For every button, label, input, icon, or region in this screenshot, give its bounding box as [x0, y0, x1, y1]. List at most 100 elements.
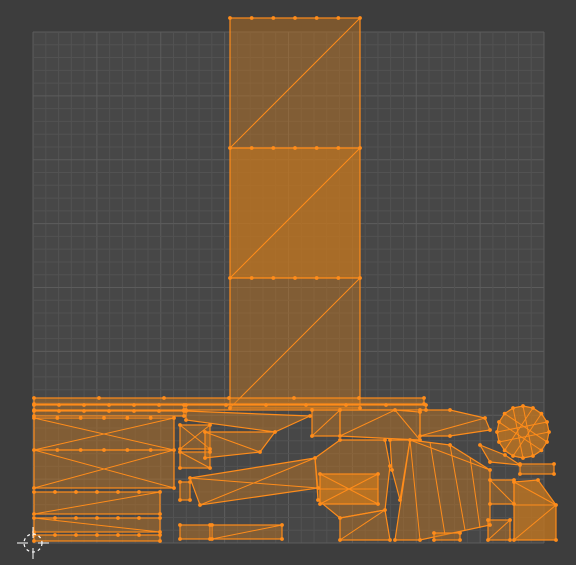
uv-vertex[interactable] — [172, 486, 176, 490]
uv-vertex[interactable] — [358, 16, 362, 20]
uv-vertex[interactable] — [497, 440, 501, 444]
uv-vertex[interactable] — [316, 498, 320, 502]
uv-vertex[interactable] — [310, 408, 314, 412]
uv-vertex[interactable] — [78, 416, 83, 420]
uv-vertex[interactable] — [448, 443, 452, 447]
uv-vertex[interactable] — [344, 403, 348, 407]
uv-vertex[interactable] — [102, 448, 106, 452]
uv-vertex[interactable] — [125, 416, 130, 420]
uv-vertex[interactable] — [178, 466, 182, 470]
uv-face[interactable] — [433, 532, 461, 541]
uv-vertex[interactable] — [314, 16, 319, 20]
uv-vertex[interactable] — [314, 276, 319, 280]
uv-vertex[interactable] — [338, 434, 342, 438]
uv-vertex[interactable] — [249, 276, 254, 280]
uv-vertex[interactable] — [264, 403, 268, 407]
uv-vertex[interactable] — [521, 404, 525, 408]
uv-vertex[interactable] — [488, 478, 492, 482]
uv-vertex[interactable] — [383, 508, 387, 512]
uv-vertex[interactable] — [511, 406, 515, 410]
uv-vertex[interactable] — [512, 538, 516, 542]
uv-vertex[interactable] — [158, 512, 162, 516]
uv-vertex[interactable] — [390, 468, 394, 472]
uv-vertex[interactable] — [158, 533, 162, 537]
uv-vertex[interactable] — [358, 146, 362, 150]
uv-vertex[interactable] — [518, 472, 522, 476]
uv-vertex[interactable] — [78, 448, 83, 452]
uv-vertex[interactable] — [488, 502, 492, 506]
uv-vertex[interactable] — [228, 146, 232, 150]
uv-vertex[interactable] — [316, 486, 320, 490]
uv-vertex[interactable] — [55, 448, 60, 452]
uv-vertex[interactable] — [178, 523, 182, 527]
uv-vertex[interactable] — [32, 486, 36, 490]
uv-vertex[interactable] — [188, 480, 192, 484]
uv-vertex[interactable] — [424, 408, 428, 412]
uv-vertex[interactable] — [116, 516, 120, 520]
uv-vertex[interactable] — [488, 460, 492, 464]
uv-face[interactable] — [519, 463, 555, 475]
uv-vertex[interactable] — [157, 409, 161, 413]
uv-vertex[interactable] — [424, 403, 428, 407]
uv-vertex[interactable] — [227, 396, 231, 400]
uv-vertex[interactable] — [228, 406, 232, 410]
uv-vertex[interactable] — [271, 16, 276, 20]
uv-vertex[interactable] — [314, 146, 319, 150]
uv-vertex[interactable] — [308, 414, 312, 418]
uv-vertex[interactable] — [178, 450, 182, 454]
uv-vertex[interactable] — [358, 406, 362, 410]
uv-face[interactable] — [179, 481, 191, 501]
uv-vertex[interactable] — [157, 403, 161, 407]
uv-vertex[interactable] — [448, 408, 452, 412]
uv-vertex[interactable] — [497, 420, 501, 424]
uv-vertex[interactable] — [547, 430, 551, 434]
uv-vertex[interactable] — [188, 498, 192, 502]
uv-vertex[interactable] — [539, 411, 544, 416]
uv-vertex[interactable] — [552, 462, 556, 466]
uv-vertex[interactable] — [486, 518, 490, 522]
uv-vertex[interactable] — [74, 533, 78, 537]
uv-vertex[interactable] — [198, 503, 202, 507]
uv-vertex[interactable] — [148, 448, 153, 452]
uv-vertex[interactable] — [178, 498, 182, 502]
uv-vertex[interactable] — [184, 409, 188, 413]
uv-vertex[interactable] — [448, 434, 452, 438]
uv-vertex[interactable] — [483, 416, 487, 420]
uv-vertex[interactable] — [338, 516, 342, 520]
uv-editor-viewport[interactable] — [0, 0, 576, 565]
uv-vertex[interactable] — [203, 430, 207, 434]
uv-vertex[interactable] — [132, 403, 136, 407]
uv-vertex[interactable] — [536, 478, 540, 482]
uv-vertex[interactable] — [422, 396, 426, 400]
uv-vertex[interactable] — [293, 146, 297, 150]
uv-island-tall-strip[interactable] — [229, 17, 361, 409]
uv-vertex[interactable] — [292, 396, 296, 400]
uv-vertex[interactable] — [32, 516, 36, 520]
uv-vertex[interactable] — [132, 409, 136, 413]
uv-vertex[interactable] — [313, 456, 317, 460]
uv-vertex[interactable] — [172, 448, 176, 452]
uv-vertex[interactable] — [512, 502, 516, 506]
uv-vertex[interactable] — [408, 438, 412, 442]
uv-vertex[interactable] — [158, 516, 162, 520]
uv-vertex[interactable] — [208, 466, 212, 470]
uv-vertex[interactable] — [336, 146, 341, 150]
uv-vertex[interactable] — [137, 516, 141, 520]
uv-vertex[interactable] — [554, 538, 558, 542]
uv-vertex[interactable] — [388, 464, 392, 468]
uv-vertex[interactable] — [32, 396, 36, 400]
uv-vertex[interactable] — [512, 480, 516, 484]
uv-vertex[interactable] — [418, 434, 422, 438]
uv-vertex[interactable] — [137, 533, 141, 537]
uv-vertex[interactable] — [338, 438, 342, 442]
uv-vertex[interactable] — [511, 454, 515, 458]
uv-vertex[interactable] — [310, 434, 314, 438]
uv-vertex[interactable] — [258, 450, 262, 454]
uv-vertex[interactable] — [388, 538, 392, 542]
uv-vertex[interactable] — [418, 408, 422, 412]
uv-vertex[interactable] — [336, 16, 341, 20]
uv-vertex[interactable] — [95, 516, 99, 520]
uv-vertex[interactable] — [107, 409, 111, 413]
uv-vertex[interactable] — [210, 537, 214, 541]
uv-vertex[interactable] — [273, 430, 277, 434]
